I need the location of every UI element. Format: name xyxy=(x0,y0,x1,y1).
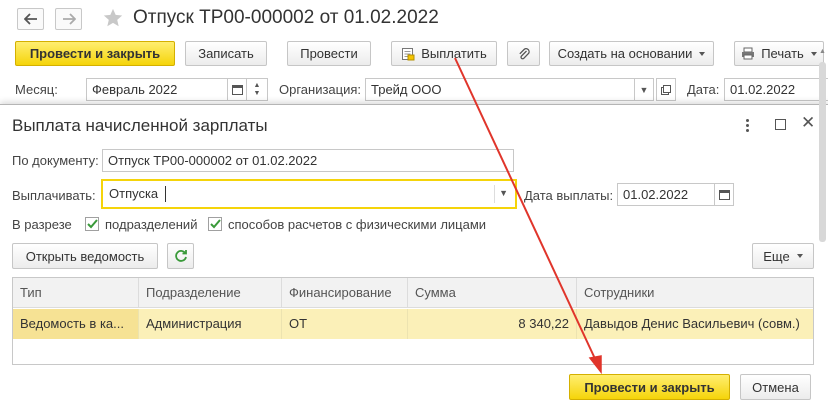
close-icon[interactable]: ✕ xyxy=(801,113,815,133)
post-and-close-button[interactable]: Провести и закрыть xyxy=(15,41,175,66)
print-button[interactable]: Печать xyxy=(734,41,824,66)
date-label: Дата: xyxy=(687,82,720,97)
date-field[interactable]: 01.02.2022 xyxy=(724,78,828,101)
column-header-amount[interactable]: Сумма xyxy=(408,278,577,308)
chevron-down-icon xyxy=(699,51,706,56)
favorite-star-icon[interactable] xyxy=(102,7,124,32)
document-pay-icon xyxy=(402,47,415,60)
by-document-label: По документу: xyxy=(12,153,99,168)
dialog-title: Выплата начисленной зарплаты xyxy=(12,116,268,135)
refresh-button[interactable] xyxy=(167,243,194,269)
payment-methods-checkbox[interactable] xyxy=(208,217,222,231)
scrollbar[interactable]: ▲ xyxy=(817,48,828,248)
month-label: Месяц: xyxy=(15,82,58,97)
cell-employees[interactable]: Давыдов Денис Васильевич (совм.) xyxy=(577,309,813,339)
column-header-type[interactable]: Тип xyxy=(13,278,139,308)
more-button-label: Еще xyxy=(763,248,790,264)
open-window-icon xyxy=(661,84,671,95)
printer-icon xyxy=(742,47,755,60)
organization-open-button[interactable] xyxy=(656,78,676,101)
organization-label: Организация: xyxy=(279,82,362,97)
pay-date-label: Дата выплаты: xyxy=(524,188,614,203)
spin-down-icon: ▼ xyxy=(253,89,261,97)
column-header-employees[interactable]: Сотрудники xyxy=(577,278,813,308)
calendar-button[interactable] xyxy=(227,78,247,101)
pay-date-calendar-button[interactable] xyxy=(714,183,734,206)
maximize-icon[interactable] xyxy=(775,119,786,130)
chevron-down-icon xyxy=(810,51,817,56)
more-dots-icon xyxy=(745,118,749,122)
organization-dropdown-button[interactable]: ▼ xyxy=(634,78,654,101)
spin-up-icon: ▲ xyxy=(253,81,261,89)
organization-field[interactable]: Трейд ООО xyxy=(365,78,635,101)
text-cursor xyxy=(165,186,166,202)
checkmark-icon xyxy=(86,219,98,229)
cancel-button[interactable]: Отмена xyxy=(740,374,811,400)
forward-button[interactable] xyxy=(55,8,82,30)
checkmark-icon xyxy=(209,219,221,229)
pay-button-label: Выплатить xyxy=(421,46,487,61)
table-row[interactable]: Ведомость в ка... Администрация ОТ 8 340… xyxy=(13,309,813,339)
column-header-department[interactable]: Подразделение xyxy=(139,278,282,308)
arrow-right-icon xyxy=(62,13,76,25)
payment-dialog: Выплата начисленной зарплаты ✕ По докуме… xyxy=(0,104,828,413)
more-button[interactable]: Еще xyxy=(752,243,814,269)
breakdown-label: В разрезе xyxy=(12,217,72,232)
cell-type[interactable]: Ведомость в ка... xyxy=(13,309,139,339)
print-button-label: Печать xyxy=(761,46,804,61)
chevron-down-icon xyxy=(796,254,803,258)
post-button[interactable]: Провести xyxy=(287,41,371,66)
scrollbar-thumb[interactable] xyxy=(819,62,826,242)
chevron-down-icon: ▼ xyxy=(499,188,508,198)
calendar-icon xyxy=(231,85,243,95)
pay-type-label: Выплачивать: xyxy=(12,188,96,203)
month-spin-button[interactable]: ▲ ▼ xyxy=(246,78,268,101)
payment-methods-checkbox-label: способов расчетов с физическими лицами xyxy=(228,217,487,232)
paperclip-icon xyxy=(518,47,530,59)
create-on-basis-label: Создать на основании xyxy=(557,46,693,61)
cell-amount[interactable]: 8 340,22 xyxy=(408,309,577,339)
column-header-financing[interactable]: Финансирование xyxy=(282,278,408,308)
back-button[interactable] xyxy=(17,8,44,30)
pay-type-value: Отпуска xyxy=(109,186,159,201)
create-on-basis-button[interactable]: Создать на основании xyxy=(549,41,714,66)
departments-checkbox-label: подразделений xyxy=(105,217,198,232)
pay-type-select[interactable]: Отпуска ▼ xyxy=(101,179,517,209)
scroll-up-icon[interactable]: ▲ xyxy=(819,48,826,55)
by-document-field[interactable]: Отпуск ТР00-000002 от 01.02.2022 xyxy=(102,149,514,172)
open-statement-button[interactable]: Открыть ведомость xyxy=(12,243,158,269)
write-button[interactable]: Записать xyxy=(185,41,267,66)
document-title: Отпуск ТР00-000002 от 01.02.2022 xyxy=(133,7,439,28)
departments-checkbox[interactable] xyxy=(85,217,99,231)
cell-financing[interactable]: ОТ xyxy=(282,309,408,339)
payments-table[interactable]: Тип Подразделение Финансирование Сумма С… xyxy=(12,277,814,365)
table-header: Тип Подразделение Финансирование Сумма С… xyxy=(13,278,813,308)
month-field[interactable]: Февраль 2022 xyxy=(86,78,228,101)
dialog-menu-button[interactable] xyxy=(740,116,754,134)
dialog-post-and-close-button[interactable]: Провести и закрыть xyxy=(569,374,730,400)
cell-department[interactable]: Администрация xyxy=(139,309,282,339)
pay-button[interactable]: Выплатить xyxy=(391,41,497,66)
pay-date-field[interactable]: 01.02.2022 xyxy=(617,183,715,206)
calendar-icon xyxy=(718,190,730,200)
arrow-left-icon xyxy=(23,13,37,25)
chevron-down-icon: ▼ xyxy=(639,84,649,95)
attach-button[interactable] xyxy=(507,41,540,66)
refresh-icon xyxy=(174,250,187,262)
